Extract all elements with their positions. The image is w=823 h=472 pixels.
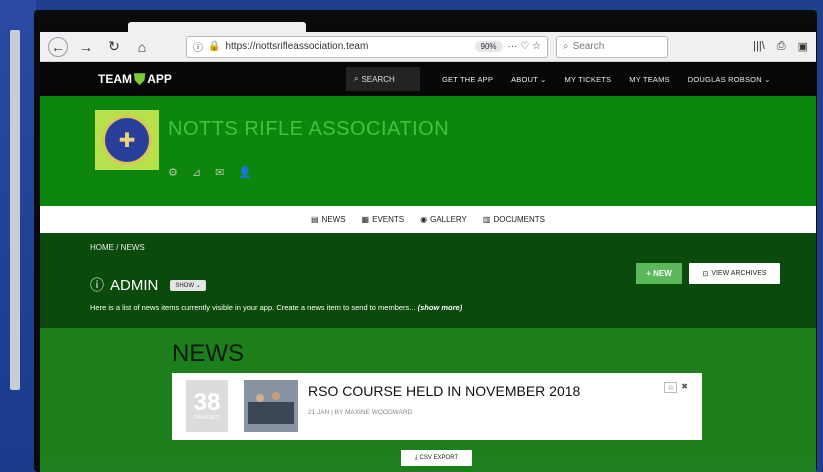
- site-links: GET THE APP ABOUT ⌄ MY TICKETS MY TEAMS …: [442, 75, 771, 84]
- back-icon[interactable]: ←: [48, 36, 68, 57]
- days-ago-number: 38: [193, 389, 221, 416]
- reload-icon[interactable]: ↻: [104, 37, 124, 57]
- archive-icon: ⊡: [702, 270, 709, 278]
- news-section: NEWS 38 DAYS AGO RSO COURSE HELD IN NOVE…: [40, 328, 816, 466]
- thumbnail-group: [248, 402, 294, 424]
- user-icon[interactable]: 👤: [238, 166, 252, 179]
- forward-icon[interactable]: →: [76, 37, 96, 57]
- teamapp-logo[interactable]: TEAM ⛊ APP: [98, 71, 172, 88]
- csv-export-label: CSV EXPORT: [419, 455, 459, 461]
- site-navbar: TEAM ⛊ APP ⌕ SEARCH GET THE APP ABOUT ⌄ …: [40, 62, 816, 96]
- news-thumbnail[interactable]: [244, 380, 298, 432]
- new-news-button[interactable]: + NEW: [636, 263, 682, 284]
- view-archives-label: VIEW ARCHIVES: [711, 270, 767, 277]
- search-icon: ⌕: [563, 41, 569, 52]
- news-item-card[interactable]: 38 DAYS AGO RSO COURSE HELD IN NOVEMBER …: [172, 373, 702, 440]
- nav-my-teams[interactable]: MY TEAMS: [629, 75, 670, 84]
- admin-panel: HOME / NEWS ⓘ ADMIN SHOW ⌄ Here is a lis…: [40, 233, 816, 328]
- info-icon: ⓘ: [90, 277, 104, 293]
- club-icons: ⚙ ⊿ ✉ 👤: [168, 166, 252, 179]
- logo-text-left: TEAM: [98, 72, 132, 86]
- desktop-stripe: [10, 30, 20, 390]
- zoom-indicator[interactable]: 90%: [474, 41, 503, 52]
- breadcrumb[interactable]: HOME / NEWS: [90, 243, 145, 252]
- news-heading: NEWS: [172, 340, 244, 367]
- tab-strip: [40, 22, 816, 32]
- calendar-icon: ▦: [361, 215, 370, 224]
- camera-icon: ◉: [420, 215, 428, 224]
- admin-description-text: Here is a list of news items currently v…: [90, 303, 416, 312]
- crest-ring-icon: ✚: [102, 115, 152, 165]
- library-icon[interactable]: |||\: [753, 40, 765, 53]
- nav-about[interactable]: ABOUT ⌄: [511, 75, 546, 84]
- card-actions: ☆ ✖: [664, 382, 688, 393]
- browser-toolbar: ← → ↻ ⌂ ⓘ 🔒 https://nottsrifleassociatio…: [40, 32, 816, 62]
- thumbnail-person: [272, 392, 280, 400]
- site-search-label: SEARCH: [361, 74, 395, 84]
- club-crest: ✚: [95, 110, 159, 170]
- section-tabs: ▤ NEWS ▦ EVENTS ◉ GALLERY ▥ DOCUMENTS: [40, 206, 816, 233]
- search-placeholder: Search: [572, 41, 605, 52]
- browser-tools: |||\ ⎙ ▣: [753, 40, 808, 53]
- tab-events-label: EVENTS: [372, 215, 405, 224]
- star-icon[interactable]: ☆: [664, 382, 678, 393]
- club-name: NOTTS RIFLE ASSOCIATION: [168, 118, 450, 140]
- print-icon[interactable]: ⎙: [777, 40, 786, 53]
- news-title[interactable]: RSO COURSE HELD IN NOVEMBER 2018: [308, 383, 580, 399]
- news-icon: ▤: [310, 215, 319, 224]
- url-text[interactable]: https://nottsrifleassociation.team: [225, 41, 469, 52]
- days-ago-label: DAYS AGO: [194, 415, 220, 421]
- home-icon[interactable]: ⌂: [132, 37, 152, 57]
- search-icon: ⌕: [353, 74, 359, 83]
- tab-news[interactable]: ▤ NEWS: [311, 215, 346, 224]
- info-icon[interactable]: ⓘ: [193, 39, 203, 54]
- show-more-link[interactable]: (show more): [418, 303, 463, 312]
- tab-news-label: NEWS: [321, 215, 346, 224]
- page-actions[interactable]: ··· ♡ ☆: [508, 41, 541, 52]
- browser-search[interactable]: ⌕ Search: [556, 35, 668, 58]
- site-search-button[interactable]: ⌕ SEARCH: [345, 67, 420, 91]
- thumbnail-person: [256, 394, 264, 402]
- logo-text-right: APP: [147, 72, 172, 86]
- tab-events[interactable]: ▦ EVENTS: [362, 215, 405, 224]
- club-header: ✚ NOTTS RIFLE ASSOCIATION ⚙ ⊿ ✉ 👤: [40, 96, 816, 206]
- nav-get-app[interactable]: GET THE APP: [442, 75, 493, 84]
- news-meta: 21 JAN | BY MAXINE WOODWARD: [308, 409, 413, 416]
- nav-user-menu[interactable]: DOUGLAS ROBSON ⌄: [688, 75, 771, 84]
- sidebar-icon[interactable]: ▣: [798, 40, 808, 53]
- nav-my-tickets[interactable]: MY TICKETS: [565, 75, 612, 84]
- address-bar[interactable]: ⓘ 🔒 https://nottsrifleassociation.team 9…: [186, 35, 548, 58]
- view-archives-button[interactable]: ⊡ VIEW ARCHIVES: [689, 263, 780, 284]
- admin-title: ⓘ ADMIN SHOW ⌄: [90, 275, 206, 295]
- admin-title-text: ADMIN: [110, 276, 159, 294]
- lock-icon: 🔒: [208, 41, 221, 52]
- rss-icon[interactable]: ⊿: [192, 166, 201, 179]
- csv-export-button[interactable]: ⤓ CSV EXPORT: [401, 450, 472, 466]
- tab-documents-label: DOCUMENTS: [493, 215, 545, 224]
- mail-icon[interactable]: ✉: [215, 166, 224, 179]
- tab-gallery-label: GALLERY: [430, 215, 467, 224]
- tab-gallery[interactable]: ◉ GALLERY: [420, 215, 467, 224]
- gear-icon[interactable]: ⚙: [168, 166, 178, 179]
- days-ago-badge: 38 DAYS AGO: [186, 380, 228, 432]
- download-icon: ⤓: [414, 454, 418, 461]
- browser-window: ← → ↻ ⌂ ⓘ 🔒 https://nottsrifleassociatio…: [40, 22, 816, 472]
- show-toggle-button[interactable]: SHOW ⌄: [170, 279, 206, 291]
- admin-description: Here is a list of news items currently v…: [90, 303, 462, 312]
- document-icon: ▥: [482, 215, 491, 224]
- tab-documents[interactable]: ▥ DOCUMENTS: [483, 215, 545, 224]
- desktop-edge: [0, 0, 36, 472]
- close-icon[interactable]: ✖: [681, 382, 688, 393]
- shield-icon: ⛊: [134, 70, 146, 88]
- active-tab[interactable]: [128, 22, 306, 32]
